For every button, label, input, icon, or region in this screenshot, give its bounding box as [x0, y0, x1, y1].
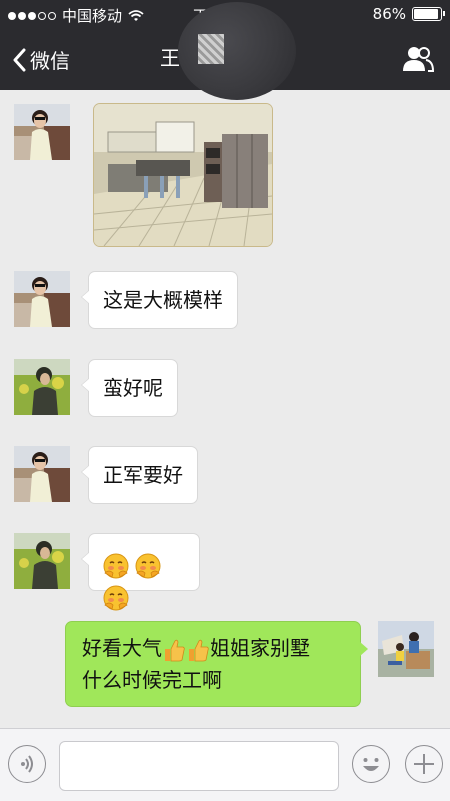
plus-icon	[414, 754, 434, 774]
thumbs-up-icon	[165, 639, 185, 661]
more-options-button[interactable]	[405, 745, 443, 783]
message-bubble[interactable]: 蛮好呢	[81, 359, 178, 417]
avatar-self[interactable]	[378, 621, 434, 677]
avatar-sender-b[interactable]	[14, 533, 70, 589]
contact-info-icon[interactable]	[402, 45, 434, 73]
battery-percent: 86%	[372, 5, 406, 23]
message-bubble[interactable]: 这是大概模样	[81, 271, 238, 329]
emoji-button[interactable]	[352, 745, 390, 783]
message-bubble[interactable]: 正军要好	[81, 446, 198, 504]
message-text: 蛮好呢	[103, 376, 163, 400]
message-line-1: 好看大气 姐姐家别墅	[82, 632, 344, 664]
smiley-icon	[363, 758, 379, 771]
message-text: 正军要好	[103, 463, 183, 487]
blushing-face-icon	[135, 553, 161, 578]
censor-mask	[178, 2, 296, 100]
message-text: 姐姐家别墅	[210, 636, 310, 660]
chevron-left-icon	[13, 48, 26, 71]
battery-icon	[412, 7, 445, 21]
avatar-sender-a[interactable]	[14, 271, 70, 327]
status-right: 86%	[372, 5, 445, 23]
avatar-sender-a[interactable]	[14, 104, 70, 160]
blushing-face-icon	[103, 553, 129, 578]
image-message[interactable]	[93, 103, 273, 247]
message-line-2: 什么时候完工啊	[82, 668, 222, 692]
thumbs-up-icon	[189, 639, 209, 661]
nav-bar: 微信 王	[0, 2, 450, 100]
message-text: 好看大气	[82, 636, 162, 660]
outgoing-message-bubble[interactable]: 好看大气 姐姐家别墅 什么时候完工啊	[65, 621, 368, 707]
avatar-sender-a[interactable]	[14, 446, 70, 502]
chat-area[interactable]: 这是大概模样 蛮好呢 正军要好 好看大气 姐姐家别墅 什么时候完工啊	[0, 90, 450, 728]
input-bar	[0, 728, 450, 801]
avatar-sender-b[interactable]	[14, 359, 70, 415]
message-input[interactable]	[59, 741, 339, 791]
voice-input-button[interactable]	[8, 745, 46, 783]
blushing-face-icon	[103, 585, 129, 610]
message-text: 这是大概模样	[103, 288, 223, 312]
back-label: 微信	[30, 49, 70, 73]
voice-icon	[21, 755, 33, 773]
emoji-message[interactable]	[81, 533, 200, 610]
back-button[interactable]: 微信	[12, 45, 70, 74]
chat-title: 王	[160, 46, 180, 70]
